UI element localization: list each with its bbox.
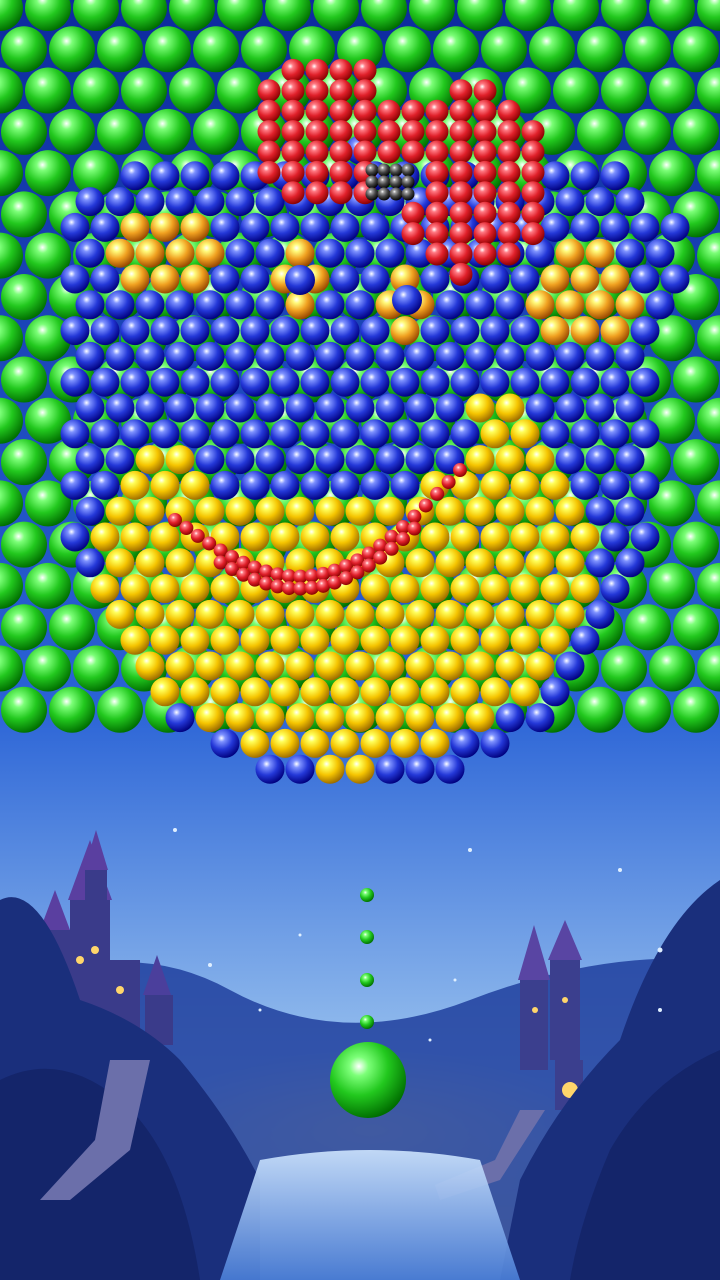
aim-dot <box>360 1015 374 1029</box>
aim-dot <box>360 973 374 987</box>
aim-dot <box>360 930 374 944</box>
aim-guide <box>360 888 374 1029</box>
aim-dot <box>360 888 374 902</box>
current-bubble[interactable] <box>330 1042 406 1118</box>
game-screen[interactable] <box>0 0 720 1280</box>
shooter-area[interactable] <box>0 0 720 1280</box>
shooter-bubble[interactable] <box>330 1042 406 1118</box>
